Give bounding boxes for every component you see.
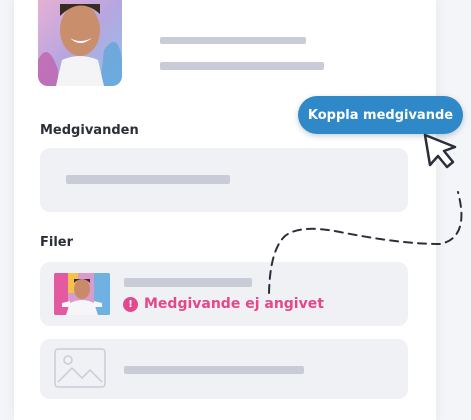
missing-consent-warning: ! Medgivande ej angivet bbox=[123, 296, 324, 312]
consents-heading: Medgivanden bbox=[40, 123, 139, 138]
file-name-placeholder bbox=[124, 278, 252, 287]
person-photo-image bbox=[38, 0, 122, 86]
person-thumbnail-image bbox=[54, 273, 110, 315]
image-placeholder-icon bbox=[54, 348, 106, 388]
mouse-cursor-icon bbox=[423, 133, 457, 169]
connect-consent-button[interactable]: Koppla medgivande bbox=[298, 96, 463, 134]
title-placeholder bbox=[160, 37, 306, 44]
consent-placeholder bbox=[66, 175, 230, 184]
files-heading: Filer bbox=[40, 235, 74, 250]
exclamation-icon: ! bbox=[123, 296, 138, 312]
subtitle-placeholder bbox=[160, 62, 324, 70]
media-photo bbox=[38, 0, 122, 86]
warning-text: Medgivande ej angivet bbox=[144, 296, 324, 312]
file-thumbnail bbox=[54, 273, 110, 315]
consent-field[interactable] bbox=[40, 148, 408, 212]
file-name-placeholder-2 bbox=[124, 366, 304, 374]
